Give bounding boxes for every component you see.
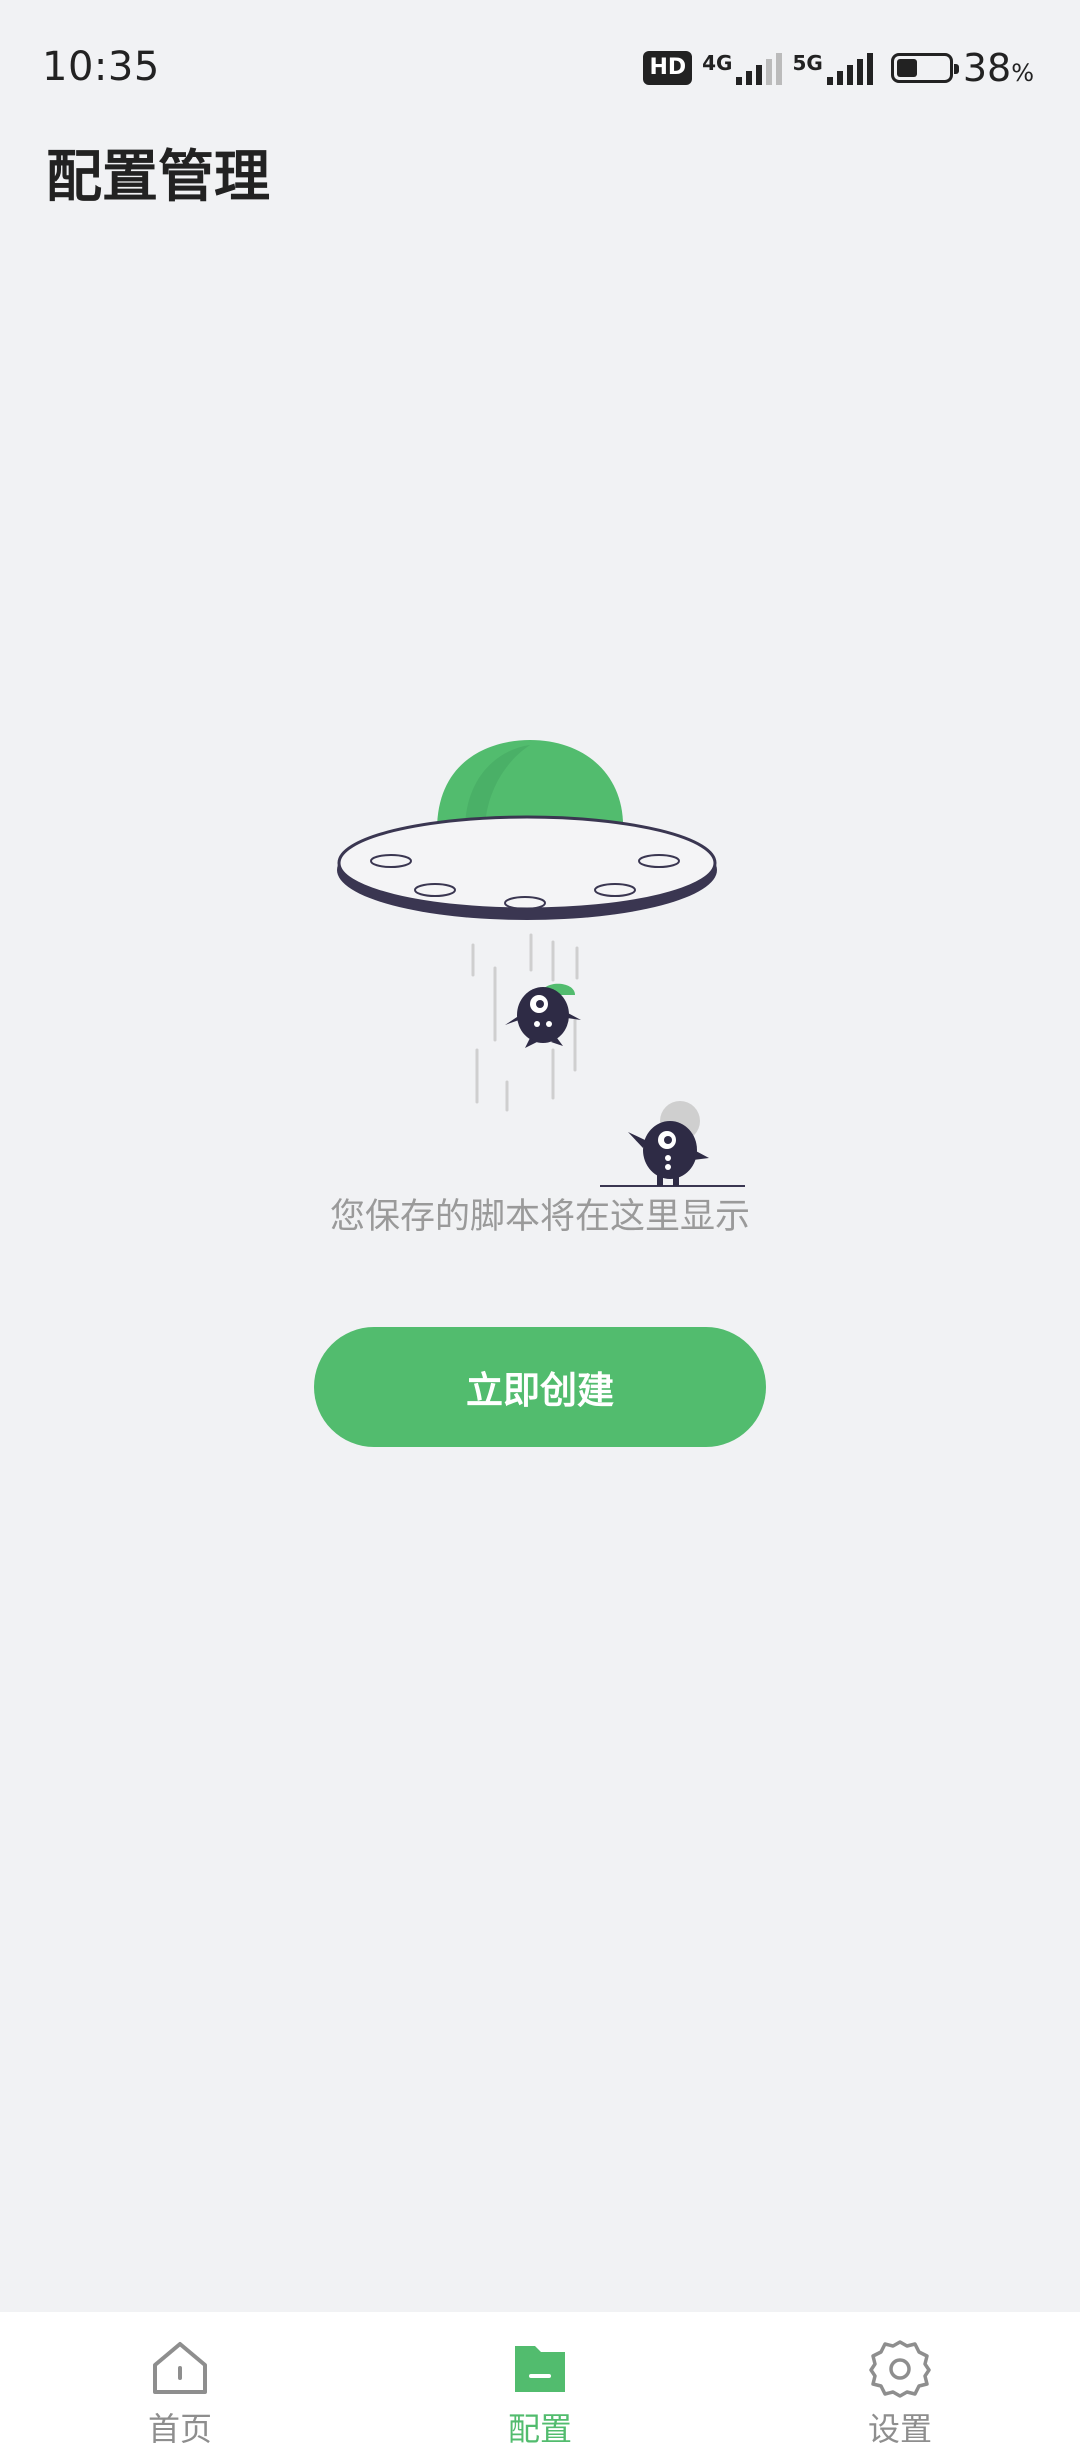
status-icons: HD 4G 5G 38% [643,40,1034,96]
nav-label-home: 首页 [147,2410,212,2448]
battery-percent: 38% [962,46,1034,90]
battery-icon [890,53,959,83]
signal-bars-icon [826,51,873,85]
nav-item-home[interactable]: 首页 [0,2312,360,2460]
signal-bars-icon [736,51,783,85]
status-time: 10:35 [42,44,160,90]
network-5g-label: 5G [792,51,823,75]
create-now-button[interactable]: 立即创建 [314,1327,766,1447]
nav-item-settings[interactable]: 设置 [720,2312,1080,2460]
bottom-nav: 首页 配置 设置 [0,2312,1080,2460]
nav-label-config: 配置 [507,2410,572,2448]
nav-item-config[interactable]: 配置 [360,2312,720,2460]
network-4g-label: 4G [702,51,733,75]
ufo-abduction-illustration [337,740,745,1187]
nav-label-settings: 设置 [867,2410,932,2448]
folder-icon [515,2346,565,2392]
page-title: 配置管理 [46,145,270,210]
home-icon [153,2342,207,2394]
status-bar: 10:35 HD 4G 5G 38% [0,0,1080,130]
hd-voice-badge: HD [643,51,693,85]
empty-state-message: 您保存的脚本将在这里显示 [329,1197,750,1237]
signal-5g-indicator: 5G [792,51,873,85]
gear-icon [869,2340,931,2398]
signal-4g-indicator: 4G [702,51,783,85]
